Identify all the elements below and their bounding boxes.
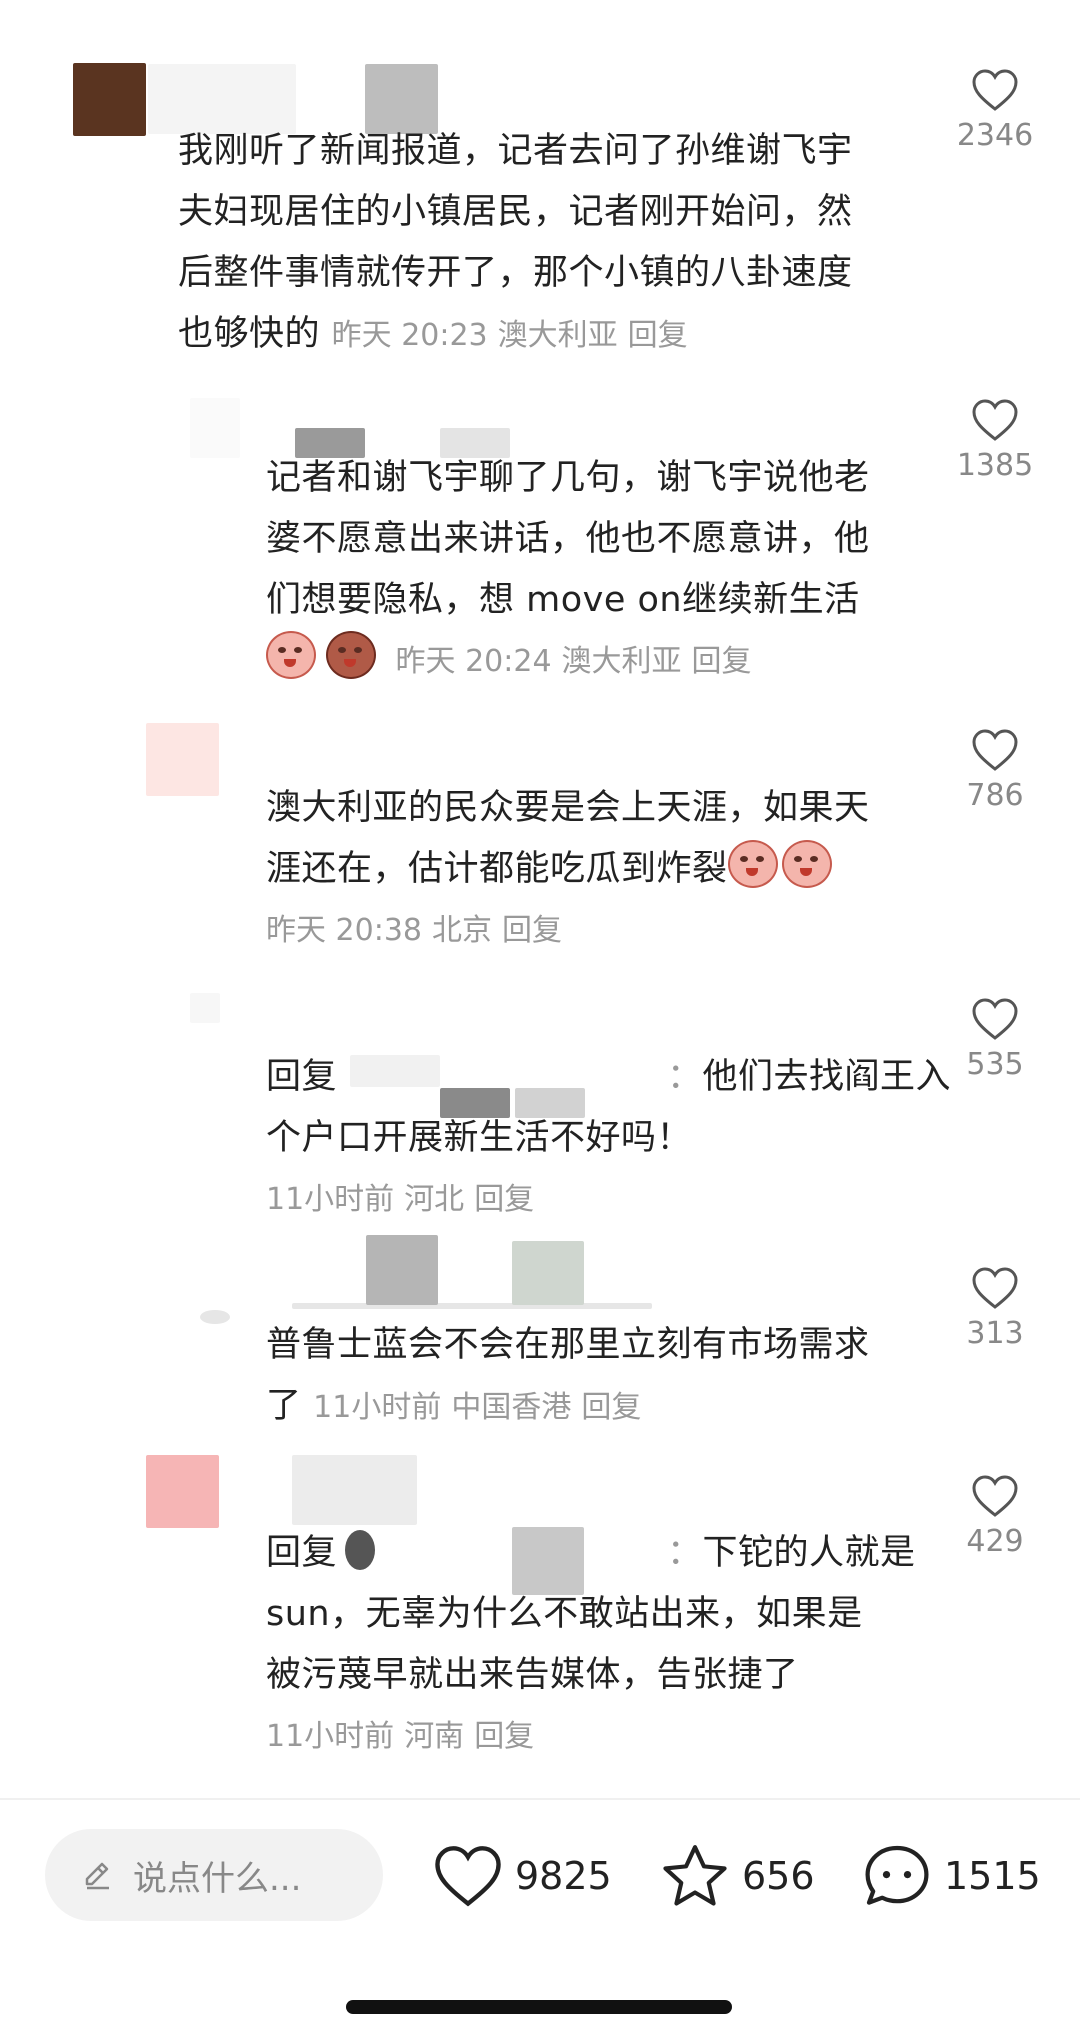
comment-location: 中国香港 [451, 1390, 572, 1425]
comment-location: 澳大利亚 [561, 644, 682, 679]
like-count: 1385 [956, 448, 1034, 483]
avatar[interactable] [200, 1310, 230, 1324]
avatar[interactable] [146, 723, 219, 796]
comment-input[interactable]: 说点什么... [45, 1829, 383, 1921]
comment-text: 我刚听了新闻报道，记者去问了孙维谢飞宇 夫妇现居住的小镇居民，记者刚开始问，然 … [178, 131, 853, 354]
reply-button[interactable]: 回复 [628, 318, 688, 353]
input-placeholder: 说点什么... [133, 1858, 302, 1899]
favorite-total: 656 [742, 1854, 815, 1898]
username-redacted[interactable] [366, 1235, 438, 1305]
reply-prefix: 回复 [266, 1533, 338, 1573]
reply-button[interactable]: 回复 [474, 1719, 534, 1754]
comment-time: 11小时前 [266, 1719, 395, 1754]
comment-like-button[interactable]: 786 [940, 728, 1050, 813]
comment-action-button[interactable]: 1515 [862, 1836, 1041, 1916]
favorite-action-button[interactable]: 656 [660, 1836, 815, 1916]
comment-time: 11小时前 [313, 1390, 442, 1425]
comment-text: 普鲁士蓝会不会在那里立刻有市场需求 了 11小时前 中国香港 回复 [266, 1325, 870, 1426]
comment-location: 澳大利亚 [497, 318, 618, 353]
reply-button[interactable]: 回复 [502, 913, 562, 948]
avatar[interactable] [73, 63, 146, 136]
pencil-icon [85, 1862, 109, 1890]
reply-prefix: 回复 [266, 1057, 338, 1097]
heart-outline-icon [972, 1267, 1018, 1309]
comment-location: 河北 [404, 1182, 465, 1217]
like-total: 9825 [515, 1854, 612, 1898]
comment-like-button[interactable]: 535 [940, 997, 1050, 1082]
like-count: 2346 [956, 118, 1034, 153]
emoji-sticker [326, 631, 376, 679]
like-count: 786 [966, 778, 1024, 813]
comment-text: 澳大利亚的民众要是会上天涯，如果天 涯还在，估计都能吃瓜到炸裂 昨天 20:38… [266, 788, 870, 948]
comment-like-button[interactable]: 2346 [940, 68, 1050, 153]
avatar[interactable] [146, 1455, 219, 1528]
comment-like-button[interactable]: 313 [940, 1266, 1050, 1351]
reply-button[interactable]: 回复 [581, 1390, 641, 1425]
comment-text: 记者和谢飞宇聊了几句，谢飞宇说他老 婆不愿意出来讲话，他也不愿意讲，他 们想要隐… [266, 458, 870, 679]
comment-text: 回复 ：他们去找阎王入 个户口开展新生活不好吗！ 11小时前 河北 回复 [266, 1057, 952, 1217]
avatar[interactable] [190, 398, 240, 458]
like-count: 535 [966, 1047, 1024, 1082]
like-count: 313 [966, 1316, 1024, 1351]
like-action-button[interactable]: 9825 [433, 1836, 612, 1916]
comment-location: 北京 [432, 913, 492, 948]
comment-total: 1515 [944, 1854, 1041, 1898]
username-redacted[interactable] [512, 1241, 584, 1305]
comment-text: 回复 ：下铊的人就是 sun，无辜为什么不敢站出来，如果是 被污蔑早就出来告媒体，… [266, 1533, 916, 1754]
comment-time: 昨天 20:38 [266, 913, 422, 948]
home-indicator[interactable] [346, 2000, 732, 2014]
comment-time: 昨天 20:23 [331, 318, 488, 353]
heart-outline-icon [435, 1846, 501, 1907]
like-count: 429 [966, 1524, 1024, 1559]
bottom-divider [0, 1798, 1080, 1800]
speech-bubble-icon [865, 1845, 929, 1905]
emoji-sticker [266, 631, 316, 679]
avatar[interactable] [190, 993, 220, 1023]
username-redacted[interactable] [292, 1455, 417, 1525]
reply-button[interactable]: 回复 [692, 644, 752, 679]
comment-like-button[interactable]: 1385 [940, 398, 1050, 483]
heart-outline-icon [972, 998, 1018, 1040]
comment-time: 昨天 20:24 [395, 644, 552, 679]
heart-outline-icon [972, 729, 1018, 771]
heart-outline-icon [972, 69, 1018, 111]
heart-outline-icon [972, 399, 1018, 441]
star-outline-icon [663, 1845, 727, 1906]
comment-time: 11小时前 [266, 1182, 395, 1217]
heart-outline-icon [972, 1475, 1018, 1517]
comment-location: 河南 [404, 1719, 465, 1754]
comment-like-button[interactable]: 429 [940, 1474, 1050, 1559]
emoji-sticker [727, 840, 778, 888]
emoji-sticker [781, 840, 832, 888]
reply-button[interactable]: 回复 [474, 1182, 534, 1217]
username-redacted[interactable] [292, 1303, 652, 1309]
